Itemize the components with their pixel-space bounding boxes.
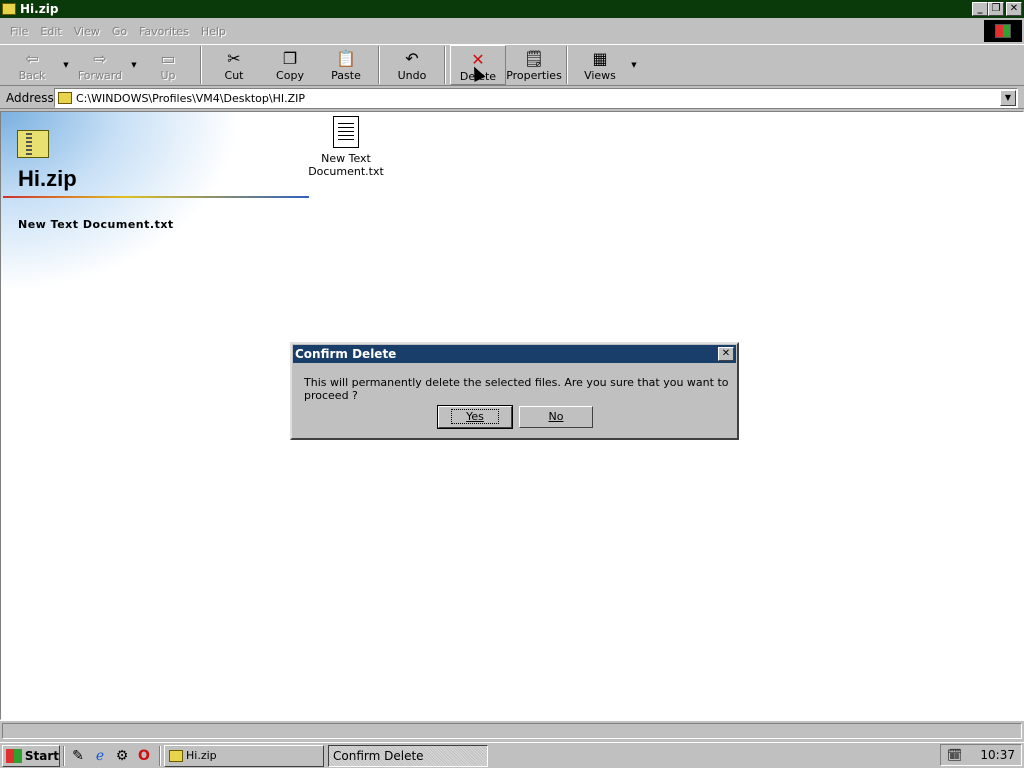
back-button[interactable]: ⇦ Back xyxy=(4,45,60,85)
views-dropdown[interactable]: ▼ xyxy=(628,45,640,85)
text-document-icon xyxy=(333,116,359,148)
windows-logo-icon xyxy=(984,20,1022,42)
address-dropdown-button[interactable]: ▼ xyxy=(1000,90,1016,106)
views-grid-icon: ▦ xyxy=(592,49,608,68)
system-tray: 🗓 10:37 xyxy=(940,744,1022,766)
paste-icon: 📋 xyxy=(336,49,356,68)
toolbar-separator xyxy=(378,46,380,84)
toolbar-separator xyxy=(566,46,568,84)
dialog-title-bar[interactable]: Confirm Delete ✕ xyxy=(293,345,736,363)
scheduler-icon[interactable]: 🗓 xyxy=(947,747,963,763)
copy-button[interactable]: ❐ Copy xyxy=(262,45,318,85)
toolbar-separator xyxy=(444,46,446,84)
menu-help[interactable]: Help xyxy=(195,25,232,38)
address-value: C:\WINDOWS\Profiles\VM4\Desktop\HI.ZIP xyxy=(76,91,305,105)
restore-button[interactable]: ❐ xyxy=(988,2,1004,16)
address-label: Address xyxy=(6,90,54,105)
copy-icon: ❐ xyxy=(282,49,298,68)
cut-button[interactable]: ✂ Cut xyxy=(206,45,262,85)
dialog-title: Confirm Delete xyxy=(295,347,397,361)
toolbar: ⇦ Back ▼ ⇨ Forward ▼ ▭ Up ✂ Cut ❐ Copy 📋… xyxy=(0,44,1024,86)
dialog-message: This will permanently delete the selecte… xyxy=(304,376,729,402)
file-item[interactable]: New Text Document.txt xyxy=(306,116,386,178)
show-desktop-icon[interactable]: ✎ xyxy=(68,746,88,766)
file-label: New Text Document.txt xyxy=(308,152,384,178)
minimize-button[interactable]: _ xyxy=(972,2,988,16)
properties-button[interactable]: 🗒 Properties xyxy=(506,45,562,85)
zip-folder-icon xyxy=(58,92,72,104)
start-button[interactable]: Start xyxy=(2,744,60,767)
folder-title: Hi.zip xyxy=(18,166,77,191)
windows-logo-icon xyxy=(6,748,22,763)
opera-icon[interactable]: O xyxy=(134,746,154,766)
menu-view[interactable]: View xyxy=(68,25,106,38)
scissors-icon: ✂ xyxy=(227,49,241,68)
window-controls: _ ❐ ✕ xyxy=(972,2,1022,16)
clock[interactable]: 10:37 xyxy=(980,748,1015,762)
menu-go[interactable]: Go xyxy=(106,25,133,38)
back-dropdown[interactable]: ▼ xyxy=(60,45,72,85)
menu-bar: File Edit View Go Favorites Help xyxy=(0,20,1024,42)
up-button[interactable]: ▭ Up xyxy=(140,45,196,85)
forward-arrow-icon: ⇨ xyxy=(93,49,107,68)
properties-icon: 🗒 xyxy=(523,49,545,68)
views-button[interactable]: ▦ Views xyxy=(572,45,628,85)
title-divider xyxy=(3,196,309,198)
channels-icon[interactable]: ⚙ xyxy=(112,746,132,766)
close-button[interactable]: ✕ xyxy=(1006,2,1022,16)
no-button[interactable]: No xyxy=(519,406,593,428)
menu-file[interactable]: File xyxy=(4,25,34,38)
zip-folder-icon xyxy=(2,3,16,15)
undo-icon: ↶ xyxy=(405,49,419,68)
window-title: Hi.zip xyxy=(20,2,59,16)
address-input[interactable]: C:\WINDOWS\Profiles\VM4\Desktop\HI.ZIP ▼ xyxy=(54,88,1018,108)
status-bar xyxy=(0,720,1024,740)
task-hi-zip[interactable]: Hi.zip xyxy=(164,744,324,767)
taskbar-separator xyxy=(63,745,65,766)
start-label: Start xyxy=(24,748,59,763)
taskbar: Start ✎ ℯ ⚙ O Hi.zip Confirm Delete 🗓 10… xyxy=(0,742,1024,768)
dialog-close-button[interactable]: ✕ xyxy=(718,347,734,361)
menu-edit[interactable]: Edit xyxy=(34,25,67,38)
zip-folder-large-icon xyxy=(17,130,49,158)
status-cell xyxy=(2,723,1022,739)
paste-button[interactable]: 📋 Paste xyxy=(318,45,374,85)
confirm-delete-dialog: Confirm Delete ✕ This will permanently d… xyxy=(290,342,739,440)
yes-button[interactable]: Yes xyxy=(437,405,513,429)
up-folder-icon: ▭ xyxy=(160,49,176,68)
title-bar[interactable]: Hi.zip _ ❐ ✕ xyxy=(0,0,1024,18)
undo-button[interactable]: ↶ Undo xyxy=(384,45,440,85)
forward-button[interactable]: ⇨ Forward xyxy=(72,45,128,85)
selected-file-name: New Text Document.txt xyxy=(18,218,174,231)
no-button-label: No xyxy=(548,410,564,423)
yes-button-label: Yes xyxy=(451,409,499,424)
forward-dropdown[interactable]: ▼ xyxy=(128,45,140,85)
task-confirm-delete[interactable]: Confirm Delete xyxy=(328,744,488,767)
menu-favorites[interactable]: Favorites xyxy=(133,25,195,38)
internet-explorer-icon[interactable]: ℯ xyxy=(90,746,110,766)
taskbar-separator xyxy=(159,745,161,766)
toolbar-separator xyxy=(200,46,202,84)
back-arrow-icon: ⇦ xyxy=(25,49,39,68)
zip-folder-icon xyxy=(169,749,183,762)
address-bar: Address C:\WINDOWS\Profiles\VM4\Desktop\… xyxy=(0,87,1024,109)
